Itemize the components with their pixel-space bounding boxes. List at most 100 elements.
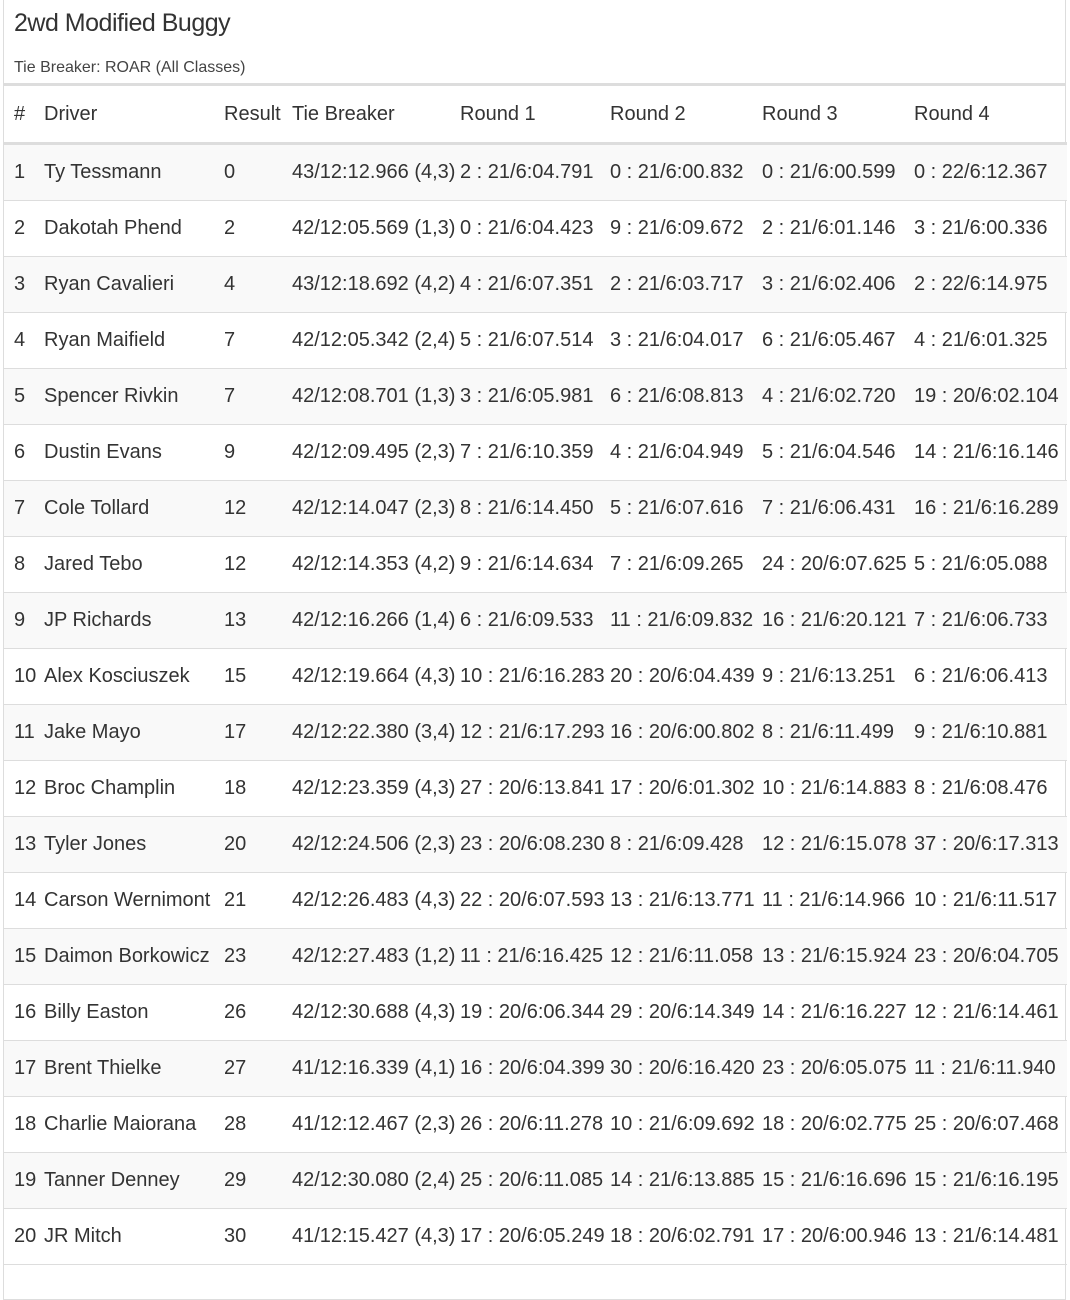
cell-driver: Alex Kosciuszek — [44, 648, 224, 705]
cell-round-4: 15 : 21/6:16.195 — [914, 1152, 1067, 1209]
table-row: 1 Ty Tessmann 0 43/12:12.966 (4,3) 2 : 21/6:… — [4, 143, 1067, 201]
table-row: 17 Brent Thielke 27 41/12:16.339 (4,1) 16 : … — [4, 1040, 1067, 1097]
cell-round-4: 16 : 21/6:16.289 — [914, 480, 1067, 537]
cell-round-4: 23 : 20/6:04.705 — [914, 928, 1067, 985]
cell-round-4: 19 : 20/6:02.104 — [914, 368, 1067, 425]
cell-round-1: 26 : 20/6:11.278 — [460, 1096, 610, 1153]
cell-position: 5 — [4, 368, 44, 425]
cell-result: 29 — [224, 1152, 292, 1209]
cell-round-2: 6 : 21/6:08.813 — [610, 368, 762, 425]
cell-round-1: 0 : 21/6:04.423 — [460, 200, 610, 257]
cell-round-3: 15 : 21/6:16.696 — [762, 1152, 914, 1209]
cell-round-3: 6 : 21/6:05.467 — [762, 312, 914, 369]
table-row: 15 Daimon Borkowicz 23 42/12:27.483 (1,2) 11… — [4, 928, 1067, 985]
cell-round-3: 14 : 21/6:16.227 — [762, 984, 914, 1041]
column-header-round-4: Round 4 — [914, 86, 1067, 145]
cell-round-4: 4 : 21/6:01.325 — [914, 312, 1067, 369]
cell-round-3: 8 : 21/6:11.499 — [762, 704, 914, 761]
cell-round-4: 6 : 21/6:06.413 — [914, 648, 1067, 705]
cell-round-4: 9 : 21/6:10.881 — [914, 704, 1067, 761]
cell-round-1: 2 : 21/6:04.791 — [460, 143, 610, 201]
cell-tie-breaker: 42/12:16.266 (1,4) — [292, 592, 460, 649]
cell-round-1: 6 : 21/6:09.533 — [460, 592, 610, 649]
page-title: 2wd Modified Buggy — [14, 9, 231, 37]
table-row: 5 Spencer Rivkin 7 42/12:08.701 (1,3) 3 : 21… — [4, 368, 1067, 425]
table-row: 18 Charlie Maiorana 28 41/12:12.467 (2,3) 26… — [4, 1096, 1067, 1153]
cell-round-2: 11 : 21/6:09.832 — [610, 592, 762, 649]
cell-driver: Ryan Cavalieri — [44, 256, 224, 313]
cell-round-1: 5 : 21/6:07.514 — [460, 312, 610, 369]
cell-round-3: 7 : 21/6:06.431 — [762, 480, 914, 537]
cell-round-2: 2 : 21/6:03.717 — [610, 256, 762, 313]
cell-round-4: 14 : 21/6:16.146 — [914, 424, 1067, 481]
cell-tie-breaker: 42/12:30.080 (2,4) — [292, 1152, 460, 1209]
cell-round-1: 27 : 20/6:13.841 — [460, 760, 610, 817]
cell-position: 15 — [4, 928, 44, 985]
cell-position: 3 — [4, 256, 44, 313]
cell-tie-breaker: 42/12:19.664 (4,3) — [292, 648, 460, 705]
cell-driver: Tyler Jones — [44, 816, 224, 873]
cell-round-4: 8 : 21/6:08.476 — [914, 760, 1067, 817]
cell-driver: Jake Mayo — [44, 704, 224, 761]
cell-round-2: 17 : 20/6:01.302 — [610, 760, 762, 817]
cell-result: 17 — [224, 704, 292, 761]
table-row: 19 Tanner Denney 29 42/12:30.080 (2,4) 25 : … — [4, 1152, 1067, 1209]
cell-result: 15 — [224, 648, 292, 705]
cell-tie-breaker: 41/12:15.427 (4,3) — [292, 1208, 460, 1265]
cell-round-1: 9 : 21/6:14.634 — [460, 536, 610, 593]
cell-result: 27 — [224, 1040, 292, 1097]
column-header-round-3: Round 3 — [762, 86, 914, 145]
cell-round-1: 16 : 20/6:04.399 — [460, 1040, 610, 1097]
table-row: 16 Billy Easton 26 42/12:30.688 (4,3) 19 : 2… — [4, 984, 1067, 1041]
cell-position: 13 — [4, 816, 44, 873]
cell-position: 1 — [4, 143, 44, 201]
cell-round-1: 19 : 20/6:06.344 — [460, 984, 610, 1041]
cell-driver: JR Mitch — [44, 1208, 224, 1265]
cell-round-1: 10 : 21/6:16.283 — [460, 648, 610, 705]
cell-round-3: 3 : 21/6:02.406 — [762, 256, 914, 313]
cell-position: 8 — [4, 536, 44, 593]
cell-tie-breaker: 42/12:24.506 (2,3) — [292, 816, 460, 873]
column-header-driver: Driver — [44, 86, 224, 145]
cell-round-3: 12 : 21/6:15.078 — [762, 816, 914, 873]
cell-position: 9 — [4, 592, 44, 649]
cell-driver: Cole Tollard — [44, 480, 224, 537]
cell-tie-breaker: 42/12:23.359 (4,3) — [292, 760, 460, 817]
cell-round-1: 8 : 21/6:14.450 — [460, 480, 610, 537]
cell-result: 12 — [224, 536, 292, 593]
cell-position: 16 — [4, 984, 44, 1041]
cell-driver: Dakotah Phend — [44, 200, 224, 257]
cell-round-2: 4 : 21/6:04.949 — [610, 424, 762, 481]
table-row: 2 Dakotah Phend 2 42/12:05.569 (1,3) 0 : 21/… — [4, 200, 1067, 257]
cell-round-1: 23 : 20/6:08.230 — [460, 816, 610, 873]
table-row: 3 Ryan Cavalieri 4 43/12:18.692 (4,2) 4 : 21… — [4, 256, 1067, 313]
cell-position: 10 — [4, 648, 44, 705]
cell-result: 28 — [224, 1096, 292, 1153]
cell-position: 6 — [4, 424, 44, 481]
cell-tie-breaker: 42/12:30.688 (4,3) — [292, 984, 460, 1041]
cell-result: 30 — [224, 1208, 292, 1265]
cell-round-2: 3 : 21/6:04.017 — [610, 312, 762, 369]
cell-position: 11 — [4, 704, 44, 761]
cell-position: 12 — [4, 760, 44, 817]
cell-round-2: 30 : 20/6:16.420 — [610, 1040, 762, 1097]
cell-round-2: 12 : 21/6:11.058 — [610, 928, 762, 985]
panel-header: 2wd Modified Buggy Tie Breaker: ROAR (Al… — [4, 0, 1065, 86]
cell-round-3: 5 : 21/6:04.546 — [762, 424, 914, 481]
table-row: 12 Broc Champlin 18 42/12:23.359 (4,3) 27 : … — [4, 760, 1067, 817]
cell-round-3: 0 : 21/6:00.599 — [762, 143, 914, 201]
cell-position: 20 — [4, 1208, 44, 1265]
cell-position: 19 — [4, 1152, 44, 1209]
cell-tie-breaker: 42/12:05.569 (1,3) — [292, 200, 460, 257]
cell-result: 9 — [224, 424, 292, 481]
cell-round-3: 2 : 21/6:01.146 — [762, 200, 914, 257]
cell-round-4: 12 : 21/6:14.461 — [914, 984, 1067, 1041]
cell-round-3: 13 : 21/6:15.924 — [762, 928, 914, 985]
cell-result: 2 — [224, 200, 292, 257]
cell-round-3: 9 : 21/6:13.251 — [762, 648, 914, 705]
cell-round-4: 0 : 22/6:12.367 — [914, 143, 1067, 201]
cell-round-4: 7 : 21/6:06.733 — [914, 592, 1067, 649]
cell-driver: Spencer Rivkin — [44, 368, 224, 425]
cell-result: 0 — [224, 143, 292, 201]
cell-tie-breaker: 42/12:14.353 (4,2) — [292, 536, 460, 593]
